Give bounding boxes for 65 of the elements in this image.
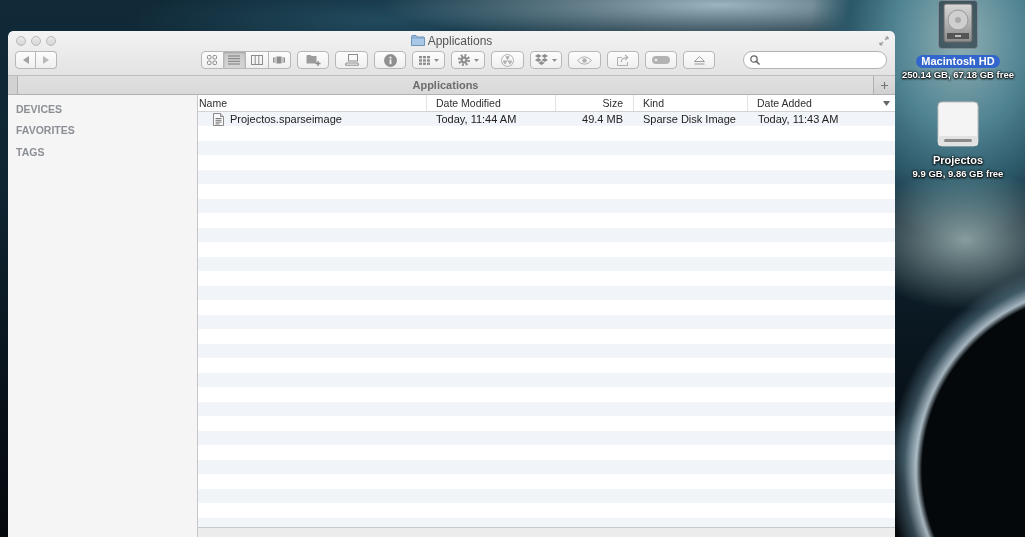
caret-icon	[433, 58, 439, 62]
fullscreen-icon[interactable]	[879, 35, 889, 46]
share-icon	[616, 54, 630, 66]
search-icon	[750, 55, 760, 65]
zoom-button[interactable]	[46, 35, 56, 46]
new-tab-button[interactable]	[873, 76, 895, 94]
file-kind: Sparse Disk Image	[642, 113, 737, 126]
file-size: 49.4 MB	[581, 113, 624, 126]
action-button[interactable]	[451, 51, 485, 69]
column-view-button[interactable]	[246, 51, 269, 69]
burn-button[interactable]	[491, 51, 524, 69]
column-header[interactable]: Name	[198, 95, 427, 111]
radiation-icon	[501, 53, 514, 67]
info-icon	[383, 53, 397, 67]
info-button[interactable]	[374, 51, 406, 69]
cover-flow-icon	[273, 56, 286, 64]
grid-icon	[418, 55, 430, 65]
list-view-button[interactable]	[223, 51, 246, 69]
new-folder-icon	[305, 54, 321, 66]
grid-icon	[207, 55, 218, 65]
eject-button[interactable]	[683, 51, 715, 69]
forward-icon	[43, 56, 49, 64]
window-title: Applications	[427, 33, 493, 48]
eject-icon	[693, 55, 705, 65]
computer-icon	[344, 54, 359, 66]
eye-icon	[577, 55, 592, 65]
diamonds-menu-button[interactable]	[530, 51, 562, 69]
date-modified: Today, 11:44 AM	[435, 113, 518, 126]
search-field[interactable]	[743, 51, 887, 69]
column-header[interactable]: Size	[556, 95, 634, 111]
forward-button[interactable]	[36, 51, 57, 69]
tab[interactable]: Applications	[17, 76, 873, 94]
cover-flow-button[interactable]	[268, 51, 291, 69]
new-folder-button[interactable]	[297, 51, 329, 69]
back-icon	[22, 56, 29, 64]
list-icon	[228, 55, 241, 65]
volume-name: Macintosh HD	[916, 55, 1000, 68]
back-button[interactable]	[15, 51, 36, 69]
tag-button[interactable]	[645, 51, 677, 69]
diamonds-icon	[535, 54, 548, 66]
date-added: Today, 11:43 AM	[757, 113, 840, 126]
caret-icon	[552, 58, 557, 62]
column-header[interactable]: Date Modified	[427, 95, 556, 111]
minimize-button[interactable]	[31, 35, 41, 46]
external-drive-icon[interactable]	[936, 100, 980, 148]
connect-button[interactable]	[335, 51, 368, 69]
icon-view-button[interactable]	[201, 51, 224, 69]
folder-icon	[410, 35, 425, 46]
file-row[interactable]: Projectos.sparseimage Today, 11:44 AM 49.4 MB Sparse Disk Image Today, 11:43 AM	[198, 112, 895, 127]
quick-look-button[interactable]	[568, 51, 601, 69]
close-button[interactable]	[16, 35, 26, 46]
plus-icon	[881, 81, 888, 89]
column-header[interactable]: Date Added	[748, 95, 895, 111]
caret-icon	[473, 58, 479, 62]
share-button[interactable]	[607, 51, 639, 69]
file-name: Projectos.sparseimage	[230, 113, 342, 126]
tag-icon	[652, 56, 670, 64]
hard-drive-icon[interactable]	[938, 0, 978, 49]
arrange-button[interactable]	[412, 51, 445, 69]
column-header[interactable]: Kind	[634, 95, 748, 111]
columns-icon	[250, 55, 263, 65]
volume-name: Projectos	[931, 154, 985, 167]
gear-icon	[457, 54, 470, 66]
volume-info: 250.14 GB, 67.18 GB free	[902, 69, 1014, 80]
volume-info: 9.9 GB, 9.86 GB free	[912, 168, 1004, 179]
